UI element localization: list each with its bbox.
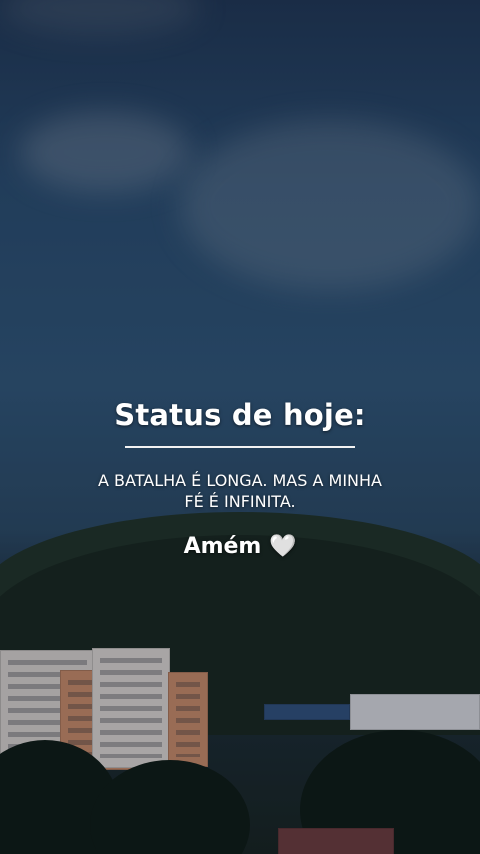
status-title: Status de hoje: bbox=[114, 398, 366, 432]
status-quote: A BATALHA É LONGA. MAS A MINHA FÉ É INFI… bbox=[98, 471, 382, 511]
background-photo: Status de hoje: A BATALHA É LONGA. MAS A… bbox=[0, 0, 480, 854]
title-divider bbox=[125, 446, 355, 448]
closing-text: Amém 🤍 bbox=[183, 534, 297, 559]
status-card: Status de hoje: A BATALHA É LONGA. MAS A… bbox=[0, 398, 480, 559]
